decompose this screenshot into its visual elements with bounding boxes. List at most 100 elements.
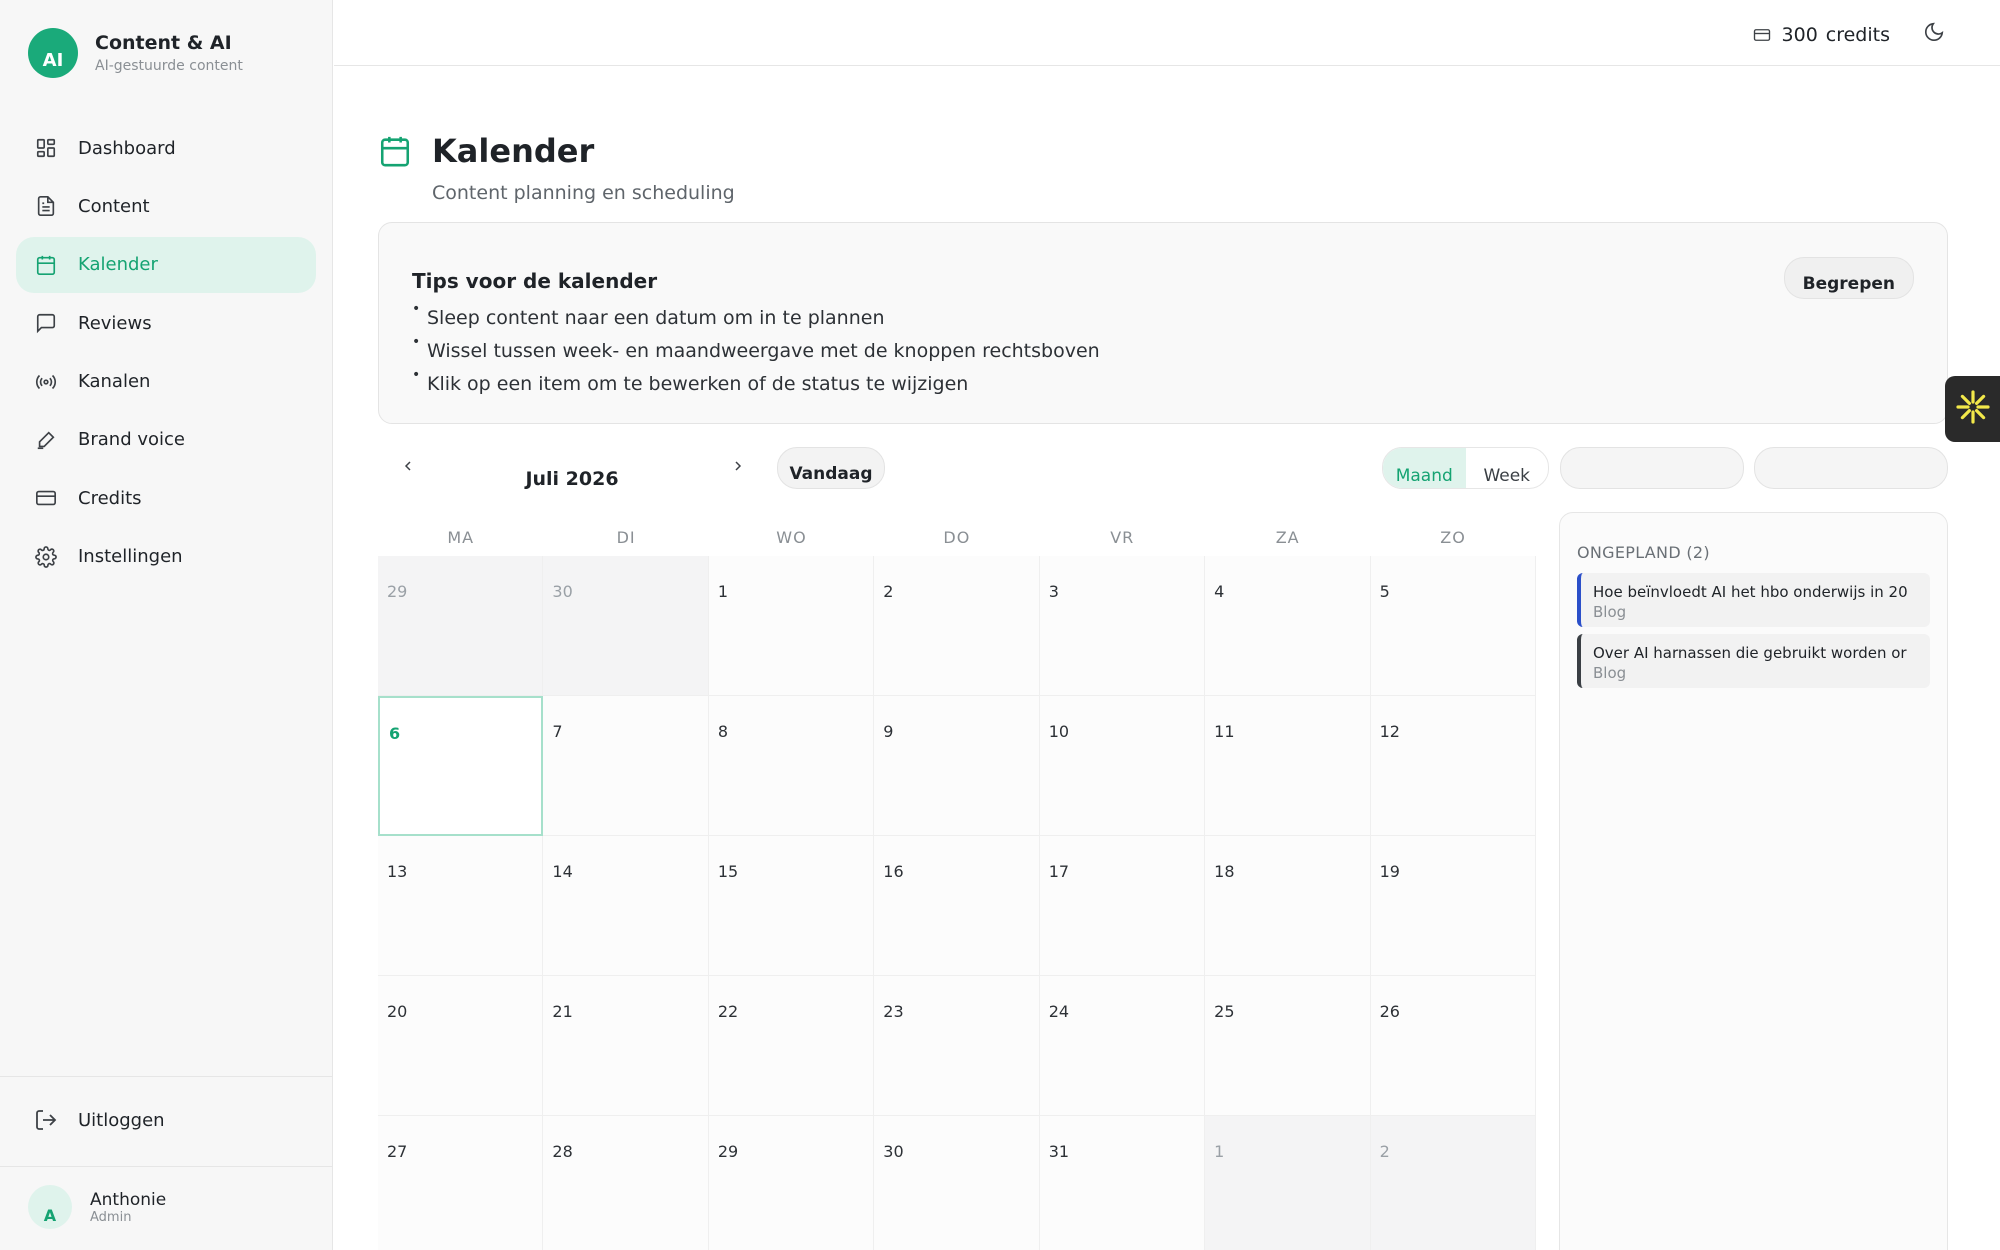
calendar-day[interactable]: 22 <box>708 976 875 1116</box>
calendar-day[interactable]: 30 <box>874 1116 1040 1250</box>
filter-select-1[interactable] <box>1560 447 1744 489</box>
calendar-day[interactable]: 29 <box>378 556 544 696</box>
calendar-day[interactable]: 12 <box>1370 696 1536 836</box>
calendar-day[interactable]: 1 <box>708 556 875 696</box>
credits-indicator[interactable]: 300 credits <box>1752 24 1890 46</box>
weekday-label: VR <box>1110 528 1135 547</box>
user-profile[interactable]: A Anthonie Admin <box>28 1185 166 1229</box>
calendar-day[interactable]: 28 <box>543 1116 709 1250</box>
pen-icon <box>34 428 58 452</box>
day-number: 30 <box>883 1142 904 1161</box>
sidebar-item-label: Brand voice <box>78 429 185 451</box>
theme-toggle-button[interactable] <box>1920 20 1948 48</box>
logout-label: Uitloggen <box>78 1109 165 1131</box>
page-title: Kalender <box>432 132 595 170</box>
credit-card-icon <box>1752 26 1772 44</box>
day-number: 13 <box>387 862 408 881</box>
tip-item: Klik op een item om te bewerken of de st… <box>412 367 1100 406</box>
top-bar: 300 credits <box>334 0 2000 66</box>
filter-select-2[interactable] <box>1754 447 1948 489</box>
calendar-day[interactable]: 4 <box>1205 556 1371 696</box>
unplanned-item-type: Blog <box>1593 603 1627 621</box>
calendar-day[interactable]: 29 <box>708 1116 875 1250</box>
sidebar-item-content[interactable]: Content <box>16 178 316 234</box>
calendar-day[interactable]: 15 <box>708 836 875 976</box>
unplanned-item-title: Over AI harnassen die gebruikt worden or <box>1593 644 1907 661</box>
day-number: 25 <box>1214 1002 1235 1021</box>
calendar-day-today[interactable]: 6 <box>378 696 544 836</box>
day-number: 14 <box>552 862 573 881</box>
brand[interactable]: AI Content & AI AI-gestuurde content <box>28 28 243 78</box>
calendar-day[interactable]: 24 <box>1039 976 1206 1116</box>
calendar-day[interactable]: 19 <box>1370 836 1536 976</box>
calendar-day[interactable]: 26 <box>1370 976 1536 1116</box>
next-month-button[interactable] <box>726 454 750 482</box>
calendar-day[interactable]: 10 <box>1039 696 1206 836</box>
calendar-day[interactable]: 25 <box>1205 976 1371 1116</box>
day-number: 28 <box>552 1142 573 1161</box>
page-subtitle: Content planning en scheduling <box>432 182 735 204</box>
day-number: 27 <box>387 1142 408 1161</box>
sidebar-item-label: Content <box>78 195 150 217</box>
sidebar-item-kalender[interactable]: Kalender <box>16 236 316 293</box>
sidebar-item-reviews[interactable]: Reviews <box>16 295 316 351</box>
weekday-header: MA DI WO DO VR ZA ZO <box>378 528 1536 547</box>
asterisk-icon <box>1955 389 1991 429</box>
tips-list: Sleep content naar een datum om in te pl… <box>412 301 1100 406</box>
view-month-button[interactable]: Maand <box>1383 448 1466 488</box>
chevron-right-icon <box>730 456 746 480</box>
calendar-day[interactable]: 2 <box>1370 1116 1536 1250</box>
view-toggle: Maand Week <box>1382 447 1549 489</box>
sidebar-item-kanalen[interactable]: Kanalen <box>16 354 316 410</box>
calendar-day[interactable]: 18 <box>1205 836 1371 976</box>
unplanned-item-title: Hoe beïnvloedt AI het hbo onderwijs in 2… <box>1593 583 1908 600</box>
assistant-button[interactable] <box>1945 376 2000 442</box>
calendar-day[interactable]: 13 <box>378 836 544 976</box>
brand-subtitle: AI-gestuurde content <box>95 58 243 74</box>
avatar: A <box>28 1185 72 1229</box>
unplanned-item[interactable]: Hoe beïnvloedt AI het hbo onderwijs in 2… <box>1577 573 1930 627</box>
day-number: 10 <box>1048 722 1070 741</box>
credit-card-icon <box>34 486 58 510</box>
calendar-day[interactable]: 23 <box>874 976 1040 1116</box>
calendar-day[interactable]: 11 <box>1205 696 1371 836</box>
sidebar: AI Content & AI AI-gestuurde content Das… <box>0 0 333 1250</box>
document-icon <box>34 194 58 218</box>
weekday-label: WO <box>776 528 807 547</box>
day-number: 9 <box>883 722 894 741</box>
calendar-day[interactable]: 16 <box>874 836 1040 976</box>
view-week-button[interactable]: Week <box>1466 448 1549 488</box>
day-number: 19 <box>1379 862 1400 881</box>
today-button[interactable]: Vandaag <box>777 447 885 489</box>
sidebar-item-credits[interactable]: Credits <box>16 470 316 526</box>
calendar-day[interactable]: 1 <box>1205 1116 1371 1250</box>
calendar-day[interactable]: 21 <box>543 976 709 1116</box>
calendar-day[interactable]: 17 <box>1039 836 1206 976</box>
day-number: 3 <box>1048 582 1059 601</box>
calendar-day[interactable]: 31 <box>1039 1116 1206 1250</box>
sidebar-divider <box>0 1076 333 1077</box>
logout-button[interactable]: Uitloggen <box>34 1108 165 1132</box>
calendar-day[interactable]: 8 <box>708 696 875 836</box>
calendar-day[interactable]: 5 <box>1370 556 1536 696</box>
sidebar-item-instellingen[interactable]: Instellingen <box>16 529 316 585</box>
day-number: 29 <box>387 582 408 601</box>
calendar-day[interactable]: 20 <box>378 976 544 1116</box>
weekday-label: ZA <box>1275 528 1300 547</box>
dismiss-tips-button[interactable]: Begrepen <box>1783 257 1914 299</box>
previous-month-button[interactable] <box>396 454 420 482</box>
unplanned-title: ONGEPLAND (2) <box>1577 543 1710 562</box>
calendar-day[interactable]: 7 <box>543 696 709 836</box>
calendar-day[interactable]: 27 <box>378 1116 544 1250</box>
unplanned-item[interactable]: Over AI harnassen die gebruikt worden or… <box>1577 634 1930 688</box>
calendar-day[interactable]: 2 <box>874 556 1040 696</box>
calendar-day[interactable]: 3 <box>1039 556 1206 696</box>
sidebar-item-dashboard[interactable]: Dashboard <box>16 120 316 176</box>
credits-amount: 300 <box>1781 24 1818 46</box>
day-number: 5 <box>1379 582 1390 601</box>
calendar-day[interactable]: 14 <box>543 836 709 976</box>
sidebar-item-brand-voice[interactable]: Brand voice <box>16 412 316 468</box>
calendar-day[interactable]: 9 <box>874 696 1040 836</box>
day-number: 31 <box>1048 1142 1070 1161</box>
calendar-day[interactable]: 30 <box>543 556 709 696</box>
